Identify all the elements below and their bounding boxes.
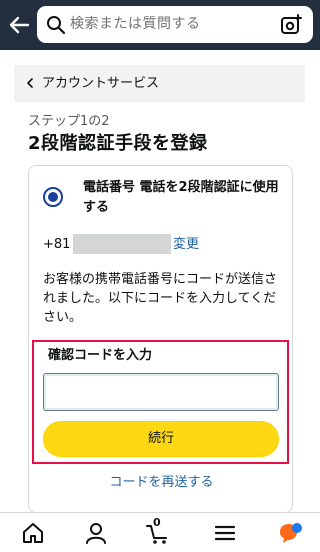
radio-selected-dot <box>48 192 58 202</box>
code-input-label: 確認コードを入力 <box>48 348 153 363</box>
step-indicator: ステップ1の2 <box>28 114 110 129</box>
menu-icon[interactable] <box>212 520 238 546</box>
breadcrumb[interactable]: アカウントサービス <box>14 65 305 102</box>
code-entry-highlight: 確認コードを入力 続行 <box>32 340 289 464</box>
home-icon[interactable] <box>20 520 46 546</box>
phone-option-radio[interactable] <box>43 187 63 207</box>
camera-scan-icon[interactable] <box>279 13 303 37</box>
top-header: 検索または質問する <box>0 0 320 50</box>
back-arrow-icon[interactable] <box>6 12 32 38</box>
assistant-icon[interactable] <box>277 520 303 546</box>
resend-code-link[interactable]: コードを再送する <box>29 474 294 492</box>
cart-count-badge: 0 <box>153 516 161 529</box>
code-sent-notice: お客様の携帯電話番号にコードが送信されました。以下にコードを入力してください。 <box>43 272 278 325</box>
search-icon <box>47 16 66 35</box>
bottom-navigation: 0 <box>0 512 320 552</box>
phone-number-redacted <box>73 234 171 254</box>
phone-option-label[interactable]: 電話番号 電話を2段階認証に使用する <box>83 178 283 218</box>
breadcrumb-label[interactable]: アカウントサービス <box>42 75 159 93</box>
account-icon[interactable] <box>83 520 109 546</box>
verification-card: 電話番号 電話を2段階認証に使用する +81 変更 お客様の携帯電話番号にコード… <box>28 165 293 513</box>
search-input[interactable]: 検索または質問する <box>70 15 201 33</box>
chevron-left-icon <box>27 78 33 88</box>
verification-code-input[interactable] <box>43 373 279 411</box>
phone-country-code: +81 <box>43 237 71 252</box>
page-title: 2段階認証手段を登録 <box>28 133 208 154</box>
continue-button[interactable]: 続行 <box>43 421 279 457</box>
search-box[interactable]: 検索または質問する <box>37 6 313 43</box>
cart-button[interactable]: 0 <box>145 516 171 546</box>
change-phone-link[interactable]: 変更 <box>173 236 199 254</box>
